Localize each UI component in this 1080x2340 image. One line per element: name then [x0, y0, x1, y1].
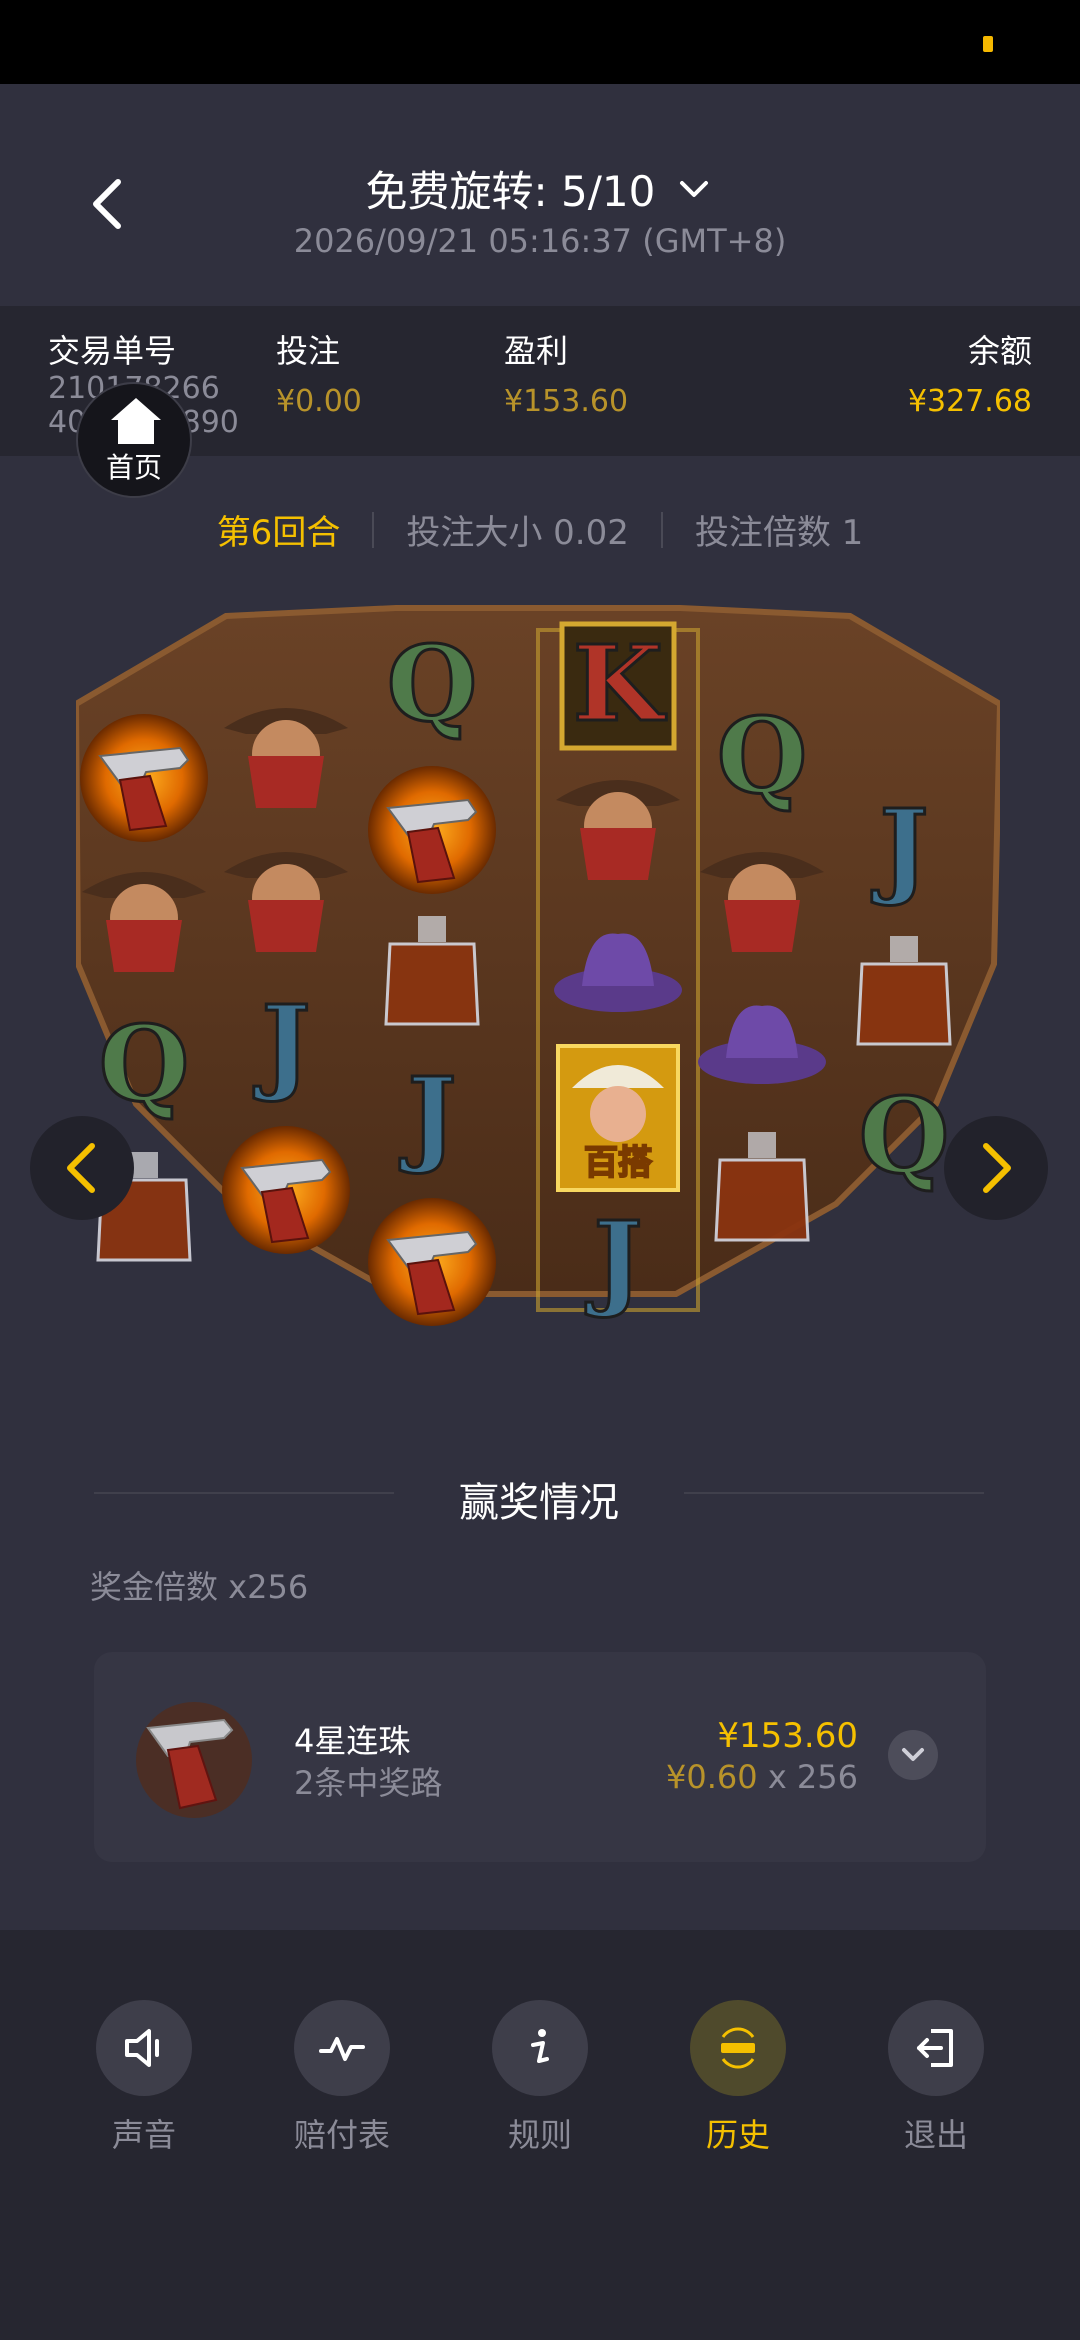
win-unit-value: ¥0.60 — [666, 1758, 758, 1796]
bet-label: 投注 — [276, 332, 341, 370]
slot-symbol-J: J — [398, 1053, 458, 1179]
tab-icon-circle — [492, 2000, 588, 2096]
slot-symbol-wild-sheriff: 百搭 — [556, 1044, 680, 1192]
slot-symbol-K: K — [559, 621, 677, 751]
tab-icon-circle — [96, 2000, 192, 2096]
prev-round-button[interactable] — [30, 1116, 134, 1220]
datetime: 2026/09/21 05:16:37 (GMT+8) — [293, 222, 787, 260]
tab-rules[interactable]: 规则 — [460, 2000, 620, 2156]
tab-label: 声音 — [111, 2116, 176, 2154]
svg-text:J: J — [871, 786, 928, 909]
wild-label: 百搭 — [584, 1143, 652, 1183]
svg-text:Q: Q — [717, 694, 808, 817]
info-icon — [531, 2029, 549, 2063]
bet-multiplier: 投注倍数 1 — [694, 513, 864, 553]
home-icon — [111, 398, 161, 444]
slot-symbol-revolver — [368, 1198, 496, 1326]
tab-history[interactable]: 历史 — [658, 2000, 818, 2156]
balance-value: ¥327.68 — [907, 384, 1032, 419]
status-bar — [0, 0, 1080, 84]
profit-value: ¥153.60 — [504, 384, 629, 419]
bet-column: 投注 ¥0.00 — [276, 326, 362, 419]
exit-icon — [917, 2029, 953, 2067]
revolver-icon — [136, 1702, 252, 1818]
page-title: 免费旋转: 5/10 — [365, 167, 656, 216]
slot-symbol-Q: Q — [857, 1073, 951, 1199]
tab-sound[interactable]: 声音 — [64, 2000, 224, 2156]
svg-text:J: J — [585, 1198, 642, 1321]
order-label: 交易单号 — [48, 332, 177, 370]
slot-symbol-revolver — [80, 714, 208, 842]
slot-symbol-J: J — [252, 981, 312, 1107]
win-ways: 2条中奖路 — [294, 1764, 443, 1802]
title-row[interactable]: 免费旋转: 5/10 — [0, 158, 1080, 219]
history-icon — [721, 2027, 755, 2069]
tab-exit[interactable]: 退出 — [856, 2000, 1016, 2156]
chevron-down-icon — [902, 1748, 924, 1761]
svg-text:J: J — [253, 982, 310, 1105]
bet-size: 投注大小 0.02 — [406, 513, 629, 553]
win-section-header: 赢奖情况 — [94, 1462, 984, 1526]
home-label: 首页 — [105, 451, 162, 484]
tab-icon-circle — [888, 2000, 984, 2096]
tab-label: 退出 — [903, 2116, 968, 2154]
divider — [372, 511, 375, 548]
slot-symbol-J: J — [870, 785, 930, 911]
tab-label: 历史 — [705, 2116, 770, 2154]
chevron-down-icon — [680, 180, 709, 197]
win-times: x 256 — [757, 1758, 858, 1796]
divider — [660, 511, 663, 548]
slot-board: Q JQJK百搭JQJQ — [76, 605, 1000, 1326]
win-detail-card: 4星连珠 2条中奖路 ¥153.60 ¥0.60 x 256 — [94, 1652, 986, 1862]
win-section-title: 赢奖情况 — [459, 1480, 619, 1526]
slot-symbol-Q: Q — [385, 621, 479, 747]
profit-label: 盈利 — [504, 332, 569, 370]
speaker-icon — [125, 2029, 159, 2067]
slot-symbol-J: J — [584, 1197, 644, 1323]
tab-label: 赔付表 — [293, 2116, 390, 2154]
svg-text:Q: Q — [859, 1074, 950, 1197]
profit-column: 盈利 ¥153.60 — [504, 326, 628, 419]
status-indicator — [983, 36, 993, 52]
tab-icon-circle — [690, 2000, 786, 2096]
balance-label: 余额 — [967, 332, 1032, 370]
win-amount: ¥153.60 — [717, 1716, 858, 1756]
expand-button[interactable] — [888, 1730, 938, 1780]
slot-symbol-revolver — [222, 1126, 350, 1254]
win-multiplier: 奖金倍数 x256 — [90, 1568, 309, 1606]
tab-label: 规则 — [507, 2116, 572, 2154]
home-button[interactable]: 首页 — [76, 382, 192, 498]
tab-icon-circle — [294, 2000, 390, 2096]
round-info: 第6回合 投注大小 0.02 投注倍数 1 — [0, 505, 1080, 554]
svg-text:J: J — [399, 1054, 456, 1177]
chevron-right-icon — [983, 1143, 1011, 1193]
slot-symbol-Q: Q — [715, 693, 809, 819]
slot-symbol-Q: Q — [97, 1001, 191, 1127]
win-calculation: ¥0.60 x 256 — [666, 1758, 858, 1796]
next-round-button[interactable] — [944, 1116, 1048, 1220]
svg-text:K: K — [573, 622, 667, 745]
svg-text:Q: Q — [387, 622, 478, 745]
paytable-icon — [319, 2037, 365, 2061]
slot-symbol-revolver — [368, 766, 496, 894]
bottom-toolbar: 声音 赔付表 规则 历史 退出 — [0, 1930, 1080, 2340]
win-line-name: 4星连珠 — [294, 1722, 411, 1760]
svg-text:Q: Q — [99, 1002, 190, 1125]
round-label: 第6回合 — [216, 513, 341, 553]
chevron-left-icon — [67, 1143, 95, 1193]
tab-paytable[interactable]: 赔付表 — [262, 2000, 422, 2156]
bet-value: ¥0.00 — [276, 384, 362, 419]
balance-column: 余额 ¥327.68 — [908, 326, 1032, 419]
header: 免费旋转: 5/10 2026/09/21 05:16:37 (GMT+8) — [0, 84, 1080, 306]
